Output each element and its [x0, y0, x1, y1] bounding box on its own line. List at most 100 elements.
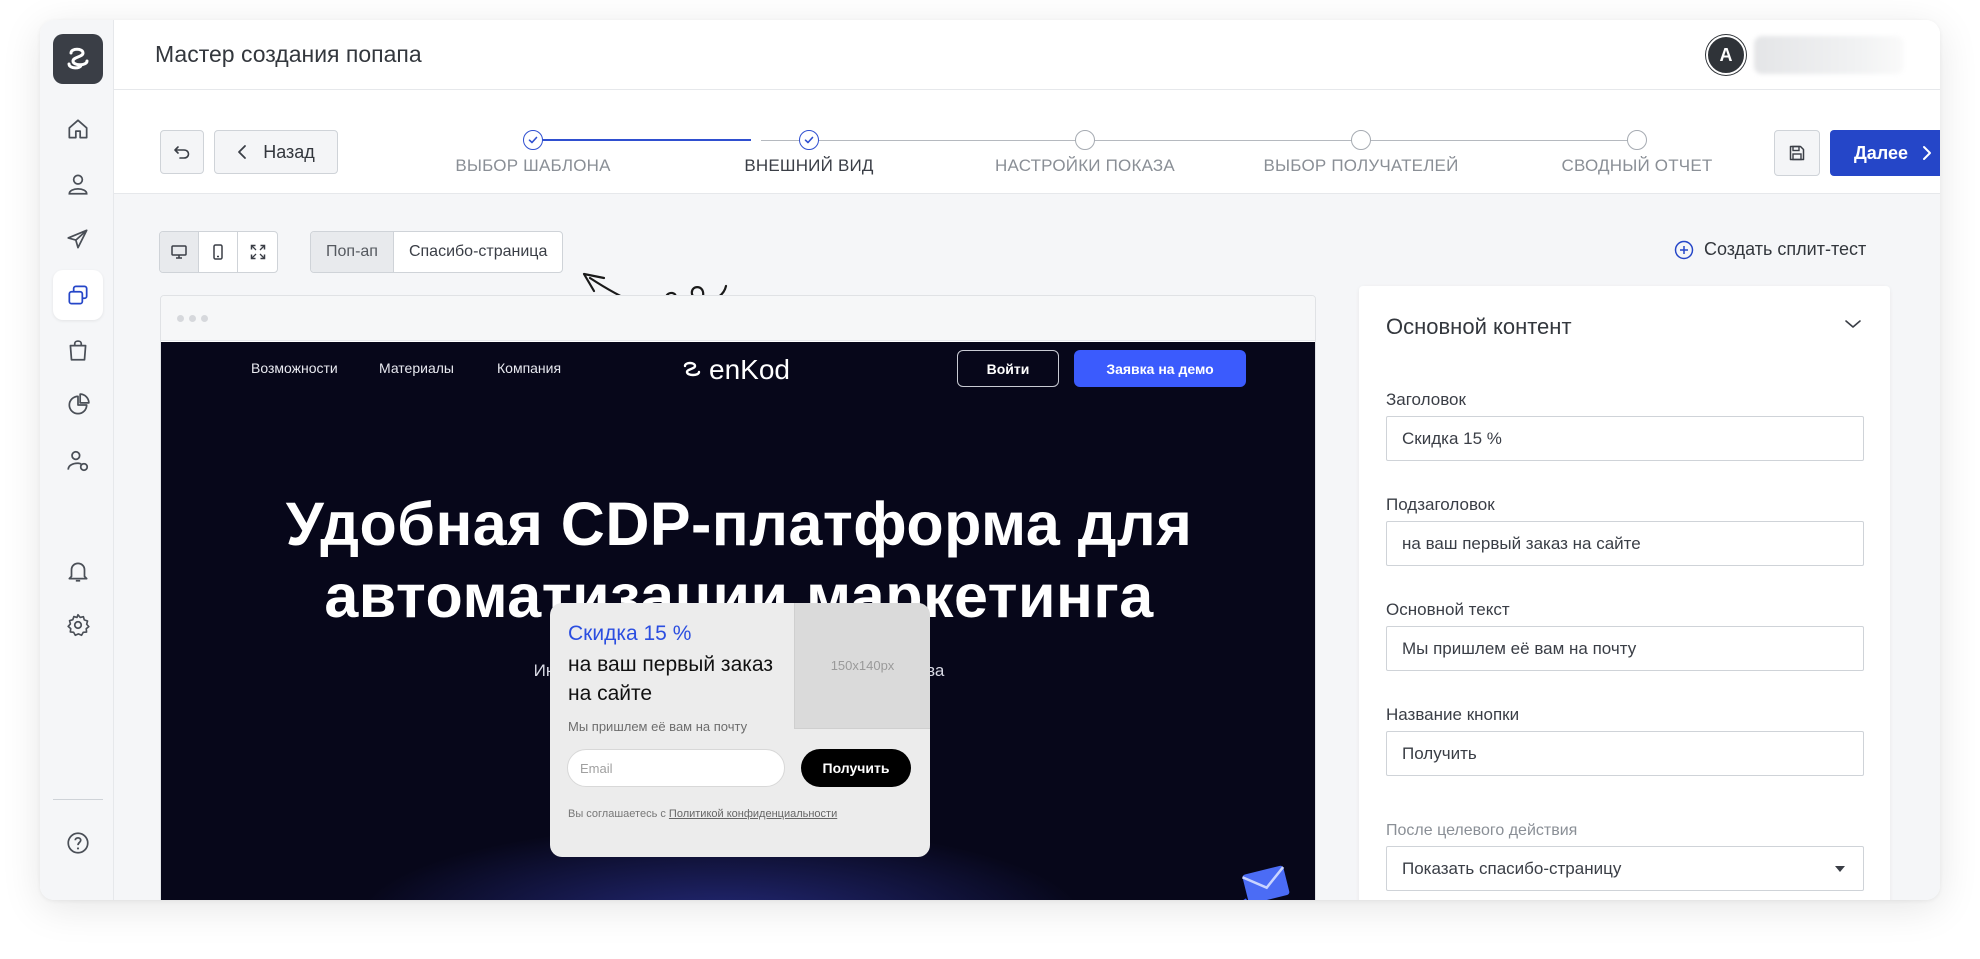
- editor-area: Поп-ап Спасибо-страница Создать сплит-те…: [114, 194, 1940, 900]
- create-split-test-button[interactable]: Создать сплит-тест: [1674, 239, 1866, 260]
- desktop-view-button[interactable]: [160, 232, 199, 272]
- step-4-marker[interactable]: [1351, 130, 1371, 150]
- site-login-button: Войти: [957, 350, 1059, 387]
- step-connector: [533, 139, 751, 141]
- sidebar-item-popups[interactable]: [53, 270, 103, 320]
- step-5-label[interactable]: СВОДНЫЙ ОТЧЕТ: [1507, 156, 1767, 176]
- bag-icon: [69, 340, 87, 361]
- sidebar-item-notifications[interactable]: [53, 546, 103, 596]
- subtitle-field[interactable]: на ваш первый заказ на сайте: [1386, 521, 1864, 566]
- site-background: Возможности Материалы Компания enKod Вой…: [161, 342, 1315, 900]
- popup-title[interactable]: Скидка 15 %: [568, 622, 691, 646]
- gear-icon: [67, 613, 90, 637]
- sidebar-item-user-settings[interactable]: [53, 436, 103, 486]
- site-logo-text: enKod: [709, 354, 790, 385]
- save-icon: [1789, 145, 1805, 161]
- top-header: Мастер создания попапа A: [114, 20, 1940, 90]
- step-1-marker[interactable]: [523, 130, 543, 150]
- button-name-field-label: Название кнопки: [1386, 705, 1520, 724]
- step-4-label[interactable]: ВЫБОР ПОЛУЧАТЕЛЕЙ: [1231, 156, 1491, 176]
- fullscreen-icon: [250, 244, 265, 260]
- help-icon: [67, 832, 89, 854]
- after-action-value: Показать спасибо-страницу: [1402, 858, 1622, 878]
- split-test-label: Создать сплит-тест: [1704, 239, 1867, 259]
- browser-dots: [177, 315, 208, 322]
- save-button[interactable]: [1774, 130, 1820, 176]
- popup-subtitle[interactable]: на ваш первый заказ на сайте: [568, 650, 778, 708]
- popup-image-placeholder[interactable]: 150x140px: [794, 603, 930, 729]
- envelope-decoration-icon: [1241, 865, 1290, 900]
- step-2-label[interactable]: ВНЕШНИЙ ВИД: [679, 156, 939, 176]
- sidebar-item-campaigns[interactable]: [53, 214, 103, 264]
- popup-submit-button[interactable]: Получить: [801, 749, 911, 787]
- sidebar-item-home[interactable]: [53, 104, 103, 154]
- site-nav-company: Компания: [497, 360, 562, 376]
- sidebar: [40, 20, 114, 900]
- after-action-select[interactable]: Показать спасибо-страницу: [1386, 846, 1864, 891]
- next-button-label: Далее: [1853, 142, 1909, 163]
- bell-icon: [68, 562, 88, 582]
- site-demo-button: Заявка на демо: [1074, 350, 1246, 387]
- step-1-label[interactable]: ВЫБОР ШАБЛОНА: [403, 156, 663, 176]
- user-icon: [68, 174, 88, 195]
- user-settings-icon: [67, 450, 89, 472]
- device-switcher: [159, 231, 278, 273]
- wizard-stepper: ВЫБОР ШАБЛОНА ВНЕШНИЙ ВИД НАСТРОЙКИ ПОКА…: [114, 90, 1940, 193]
- step-2-marker[interactable]: [799, 130, 819, 150]
- check-icon: [528, 136, 538, 144]
- button-name-field[interactable]: Получить: [1386, 731, 1864, 776]
- mobile-view-button[interactable]: [199, 232, 238, 272]
- desktop-icon: [171, 245, 187, 259]
- mode-popup-tab[interactable]: Поп-ап: [311, 232, 394, 272]
- wizard-toolbar: Назад ВЫБОР ШАБЛОНА ВНЕШНИЙ ВИД НАСТРОЙК…: [114, 90, 1940, 194]
- pie-chart-icon: [68, 393, 90, 415]
- popup-card[interactable]: 150x140px Скидка 15 % на ваш первый зака…: [550, 603, 930, 857]
- fullscreen-view-button[interactable]: [238, 232, 277, 272]
- title-field[interactable]: Скидка 15 %: [1386, 416, 1864, 461]
- avatar[interactable]: A: [1706, 35, 1746, 75]
- popup-preview: Возможности Материалы Компания enKod Вой…: [160, 295, 1316, 900]
- sidebar-item-help[interactable]: [53, 818, 103, 868]
- app-logo[interactable]: [53, 34, 103, 84]
- plus-circle-icon: [1674, 240, 1694, 259]
- mobile-icon: [213, 244, 223, 260]
- enkod-logo-icon: [683, 361, 701, 377]
- sidebar-divider: [53, 799, 103, 800]
- caret-down-icon: [1835, 866, 1845, 872]
- user-name-blurred[interactable]: [1754, 36, 1904, 74]
- step-connector: [761, 140, 1635, 141]
- sidebar-item-products[interactable]: [53, 325, 103, 375]
- browser-chrome: [161, 296, 1315, 341]
- home-icon: [68, 119, 88, 139]
- content-settings-panel: Основной контент Заголовок Скидка 15 % П…: [1359, 286, 1890, 900]
- sidebar-item-users[interactable]: [53, 159, 103, 209]
- site-headline-line-1: Удобная CDP-платформа для: [285, 490, 1193, 558]
- privacy-policy-link[interactable]: Политикой конфиденциальности: [669, 808, 837, 820]
- sidebar-item-analytics[interactable]: [53, 380, 103, 430]
- chevron-down-icon[interactable]: [1844, 318, 1862, 330]
- next-button[interactable]: Далее: [1830, 130, 1940, 176]
- body-text-field[interactable]: Мы пришлем её вам на почту: [1386, 626, 1864, 671]
- body-text-field-label: Основной текст: [1386, 600, 1510, 619]
- popup-consent-text: Вы соглашаетесь с Политикой конфиденциал…: [568, 808, 837, 820]
- popup-email-input[interactable]: Email: [567, 749, 785, 787]
- step-3-marker[interactable]: [1075, 130, 1095, 150]
- mode-thankyou-tab[interactable]: Спасибо-страница: [394, 232, 562, 272]
- content-mode-switcher: Поп-ап Спасибо-страница: [310, 231, 564, 273]
- step-3-label[interactable]: НАСТРОЙКИ ПОКАЗА: [955, 156, 1215, 176]
- subtitle-field-label: Подзаголовок: [1386, 495, 1495, 514]
- sidebar-item-settings[interactable]: [53, 600, 103, 650]
- popup-icon: [68, 285, 88, 305]
- send-icon: [67, 229, 88, 249]
- panel-title: Основной контент: [1386, 314, 1572, 339]
- site-logo: enKod: [681, 354, 790, 386]
- after-action-label: После целевого действия: [1386, 822, 1578, 839]
- app-window: Мастер создания попапа A Назад ВЫБОР ШАБ…: [40, 20, 1940, 900]
- logo-icon: [67, 47, 89, 70]
- title-field-label: Заголовок: [1386, 390, 1466, 409]
- site-nav-materials: Материалы: [379, 360, 454, 376]
- step-5-marker[interactable]: [1627, 130, 1647, 150]
- check-icon: [804, 136, 814, 144]
- popup-consent-prefix: Вы соглашаетесь с: [568, 808, 669, 820]
- popup-body-text[interactable]: Мы пришлем её вам на почту: [568, 719, 747, 734]
